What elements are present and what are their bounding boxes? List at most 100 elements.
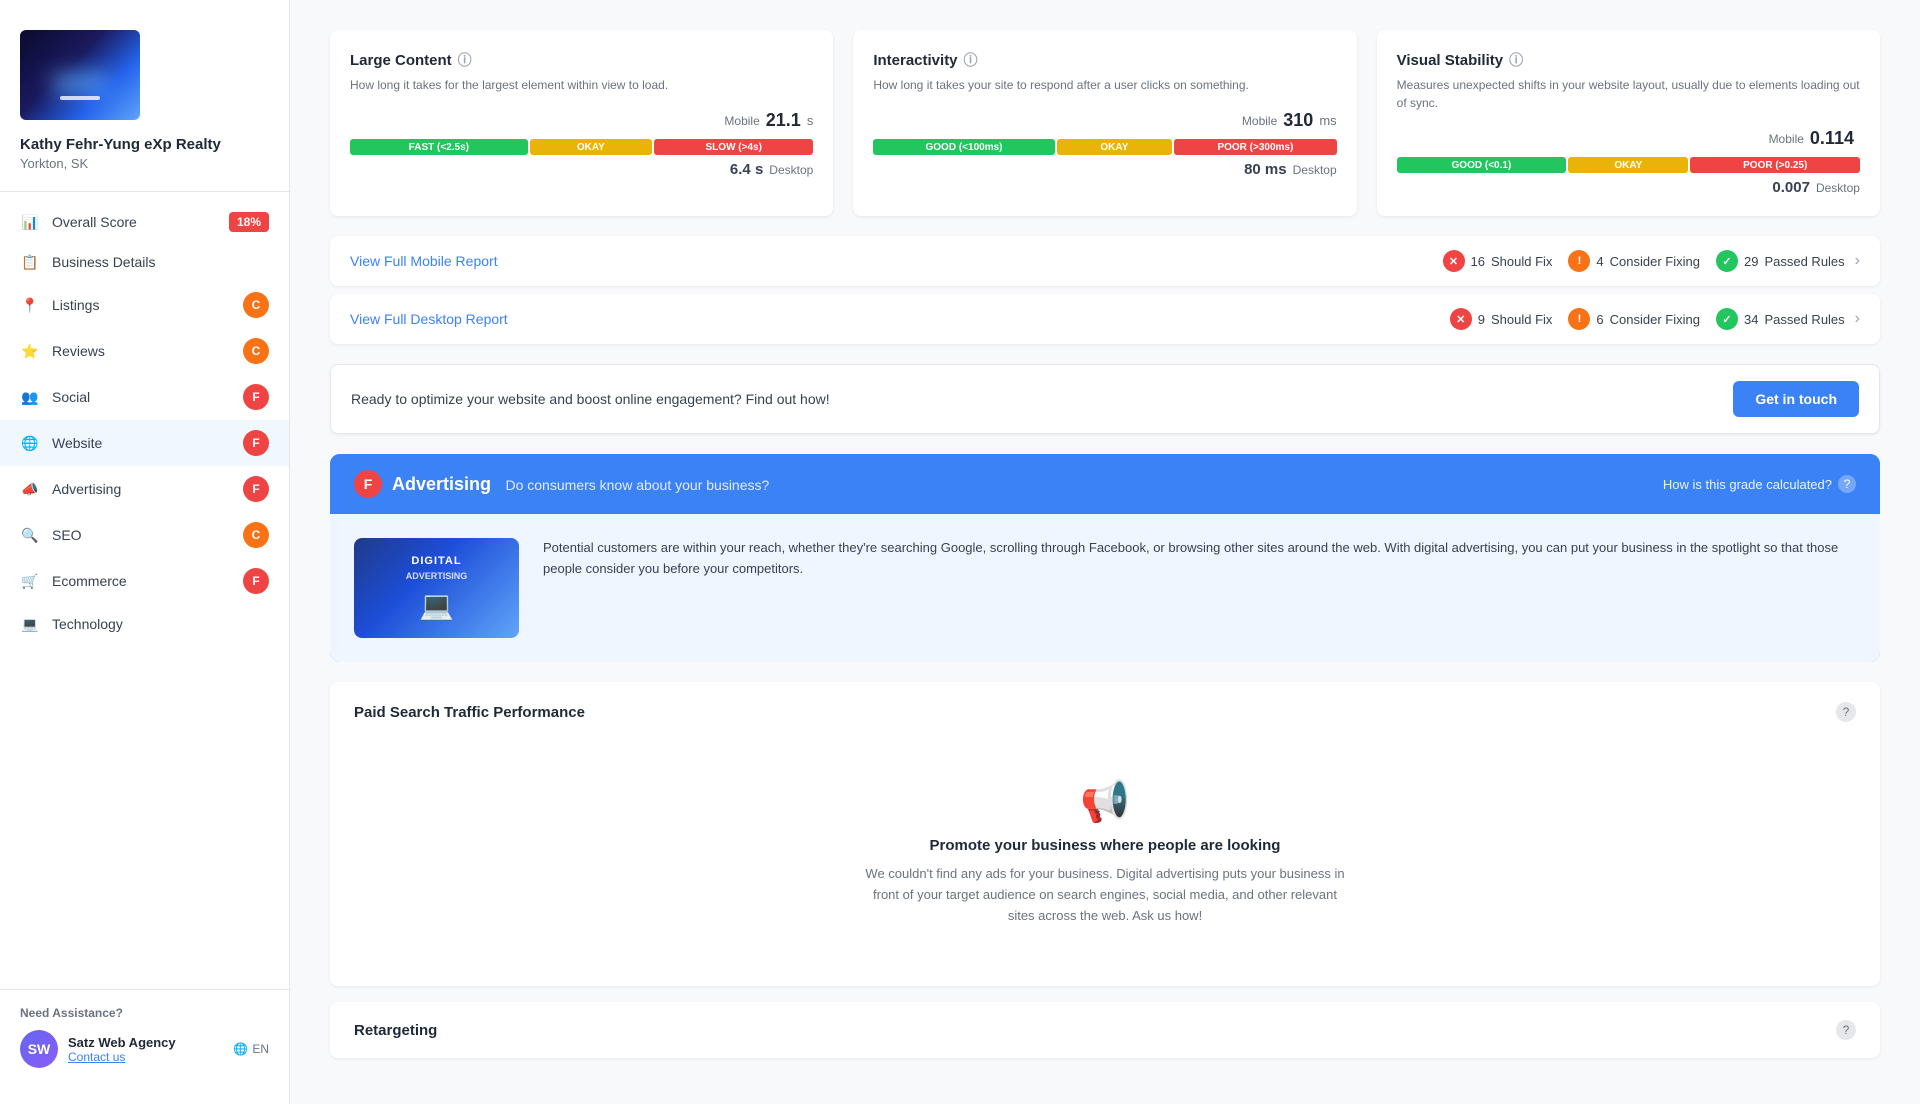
speed-segment-1: OKAY xyxy=(1568,157,1688,173)
advertising-titles: Advertising Do consumers know about your… xyxy=(392,474,769,495)
advertising-body: DIGITAL ADVERTISING 💻 Potential customer… xyxy=(330,514,1880,662)
metric-desktop-visual-stability: 0.007 Desktop xyxy=(1397,179,1860,196)
sidebar-logo-area: Kathy Fehr-Yung eXp Realty Yorkton, SK xyxy=(0,0,289,192)
desktop-label: Desktop xyxy=(1816,181,1860,195)
metric-title-large-content: Large Content ⓘ xyxy=(350,50,813,70)
paid-search-title-row: Paid Search Traffic Performance ? xyxy=(354,702,1856,722)
metric-mobile-value-visual-stability: Mobile 0.114 xyxy=(1397,128,1860,149)
sidebar-navigation: 📊 Overall Score18% 📋Business Details 📍 Listi… xyxy=(0,192,289,989)
overall-score-icon: 📊 xyxy=(20,212,40,232)
mobile-consider-count: 4 xyxy=(1596,254,1603,269)
consider-fix-icon: ! xyxy=(1568,250,1590,272)
retargeting-row[interactable]: Retargeting ? xyxy=(330,1002,1880,1058)
desktop-consider-fixing: ! 6 Consider Fixing xyxy=(1568,308,1700,330)
sidebar-item-technology[interactable]: 💻Technology xyxy=(0,604,289,644)
mobile-value: 21.1 xyxy=(766,110,801,131)
metric-desc-large-content: How long it takes for the largest elemen… xyxy=(350,76,813,94)
business-logo xyxy=(20,30,140,120)
desktop-label: Desktop xyxy=(1293,163,1337,177)
help-icon: ? xyxy=(1838,475,1856,493)
info-icon-large-content[interactable]: ⓘ xyxy=(458,50,472,70)
empty-title: Promote your business where people are l… xyxy=(930,837,1281,854)
sidebar-item-ecommerce[interactable]: 🛒EcommerceF xyxy=(0,558,289,604)
sidebar-item-label-listings: Listings xyxy=(52,297,243,313)
sidebar-item-listings[interactable]: 📍ListingsC xyxy=(0,282,289,328)
metric-card-interactivity: Interactivity ⓘ How long it takes your s… xyxy=(853,30,1356,216)
lang-label: EN xyxy=(252,1042,269,1056)
reviews-badge: C xyxy=(243,338,269,364)
metric-mobile-value-interactivity: Mobile 310 ms xyxy=(873,110,1336,131)
mobile-report-badges: ✕ 16 Should Fix ! 4 Consider Fixing ✓ 29… xyxy=(1443,250,1845,272)
speed-segment-0: GOOD (<100ms) xyxy=(873,139,1054,155)
agent-contact[interactable]: Contact us xyxy=(68,1050,176,1064)
how-calculated-button[interactable]: How is this grade calculated? ? xyxy=(1663,475,1856,493)
overall-score-badge: 18% xyxy=(229,212,269,232)
get-in-touch-button[interactable]: Get in touch xyxy=(1733,381,1859,417)
metric-card-large-content: Large Content ⓘ How long it takes for th… xyxy=(330,30,833,216)
how-calculated-text: How is this grade calculated? xyxy=(1663,477,1832,492)
sidebar-item-overall-score[interactable]: 📊 Overall Score18% xyxy=(0,202,289,242)
sidebar-item-advertising[interactable]: 📣AdvertisingF xyxy=(0,466,289,512)
chevron-down-icon-desktop: › xyxy=(1855,310,1860,328)
passed-icon: ✓ xyxy=(1716,250,1738,272)
sidebar-item-social[interactable]: 👥SocialF xyxy=(0,374,289,420)
sidebar-item-website[interactable]: 🌐WebsiteF xyxy=(0,420,289,466)
metric-title-visual-stability: Visual Stability ⓘ xyxy=(1397,50,1860,70)
desktop-consider-icon: ! xyxy=(1568,308,1590,330)
main-content: Large Content ⓘ How long it takes for th… xyxy=(290,0,1920,1104)
business-name: Kathy Fehr-Yung eXp Realty xyxy=(20,136,269,153)
agent-name: Satz Web Agency xyxy=(68,1035,176,1050)
sidebar-item-label-overall-score: Overall Score xyxy=(52,214,229,230)
speed-segment-1: OKAY xyxy=(530,139,652,155)
technology-icon: 💻 xyxy=(20,614,40,634)
speed-segment-2: POOR (>0.25) xyxy=(1690,157,1860,173)
sidebar-item-label-ecommerce: Ecommerce xyxy=(52,573,243,589)
language-button[interactable]: 🌐 EN xyxy=(233,1042,269,1056)
adv-image-sub: ADVERTISING xyxy=(406,571,468,581)
speed-segment-2: POOR (>300ms) xyxy=(1174,139,1337,155)
speed-segment-0: GOOD (<0.1) xyxy=(1397,157,1567,173)
mobile-unit: ms xyxy=(1319,113,1336,128)
mobile-report-row[interactable]: View Full Mobile Report ✕ 16 Should Fix … xyxy=(330,236,1880,286)
desktop-report-row[interactable]: View Full Desktop Report ✕ 9 Should Fix … xyxy=(330,294,1880,344)
sidebar-assistance: Need Assistance? SW Satz Web Agency Cont… xyxy=(0,989,289,1084)
mobile-passed: ✓ 29 Passed Rules xyxy=(1716,250,1845,272)
mobile-should-fix-label: Should Fix xyxy=(1491,254,1552,269)
mobile-should-fix-count: 16 xyxy=(1471,254,1485,269)
mobile-value: 310 xyxy=(1283,110,1313,131)
advertising-image: DIGITAL ADVERTISING 💻 xyxy=(354,538,519,638)
business-location: Yorkton, SK xyxy=(20,156,269,171)
sidebar: Kathy Fehr-Yung eXp Realty Yorkton, SK 📊… xyxy=(0,0,290,1104)
agent-avatar: SW xyxy=(20,1030,58,1068)
speed-segment-1: OKAY xyxy=(1057,139,1172,155)
advertising-header-left: F Advertising Do consumers know about yo… xyxy=(354,470,769,498)
mobile-consider-label: Consider Fixing xyxy=(1610,254,1700,269)
sidebar-item-label-seo: SEO xyxy=(52,527,243,543)
social-icon: 👥 xyxy=(20,387,40,407)
listings-icon: 📍 xyxy=(20,295,40,315)
should-fix-icon: ✕ xyxy=(1443,250,1465,272)
sidebar-item-label-reviews: Reviews xyxy=(52,343,243,359)
metric-card-visual-stability: Visual Stability ⓘ Measures unexpected s… xyxy=(1377,30,1880,216)
advertising-title: Advertising xyxy=(392,474,491,494)
advertising-grade-badge: F xyxy=(354,470,382,498)
sidebar-item-reviews[interactable]: ⭐ReviewsC xyxy=(0,328,289,374)
sidebar-item-seo[interactable]: 🔍SEOC xyxy=(0,512,289,558)
metric-desc-visual-stability: Measures unexpected shifts in your websi… xyxy=(1397,76,1860,112)
speed-bar-large-content: FAST (<2.5s)OKAYSLOW (>4s) xyxy=(350,139,813,155)
desktop-passed-icon: ✓ xyxy=(1716,308,1738,330)
business-details-icon: 📋 xyxy=(20,252,40,272)
desktop-report-link[interactable]: View Full Desktop Report xyxy=(350,311,1450,327)
metric-title-interactivity: Interactivity ⓘ xyxy=(873,50,1336,70)
paid-search-help-icon: ? xyxy=(1836,702,1856,722)
sidebar-item-business-details[interactable]: 📋Business Details xyxy=(0,242,289,282)
mobile-report-link[interactable]: View Full Mobile Report xyxy=(350,253,1443,269)
info-icon-visual-stability[interactable]: ⓘ xyxy=(1509,50,1523,70)
info-icon-interactivity[interactable]: ⓘ xyxy=(964,50,978,70)
advertising-description: Potential customers are within your reac… xyxy=(543,538,1856,580)
metric-desktop-large-content: 6.4 s Desktop xyxy=(350,161,813,178)
desktop-passed-label: Passed Rules xyxy=(1764,312,1844,327)
desktop-consider-label: Consider Fixing xyxy=(1610,312,1700,327)
metric-desc-interactivity: How long it takes your site to respond a… xyxy=(873,76,1336,94)
desktop-should-fix: ✕ 9 Should Fix xyxy=(1450,308,1553,330)
